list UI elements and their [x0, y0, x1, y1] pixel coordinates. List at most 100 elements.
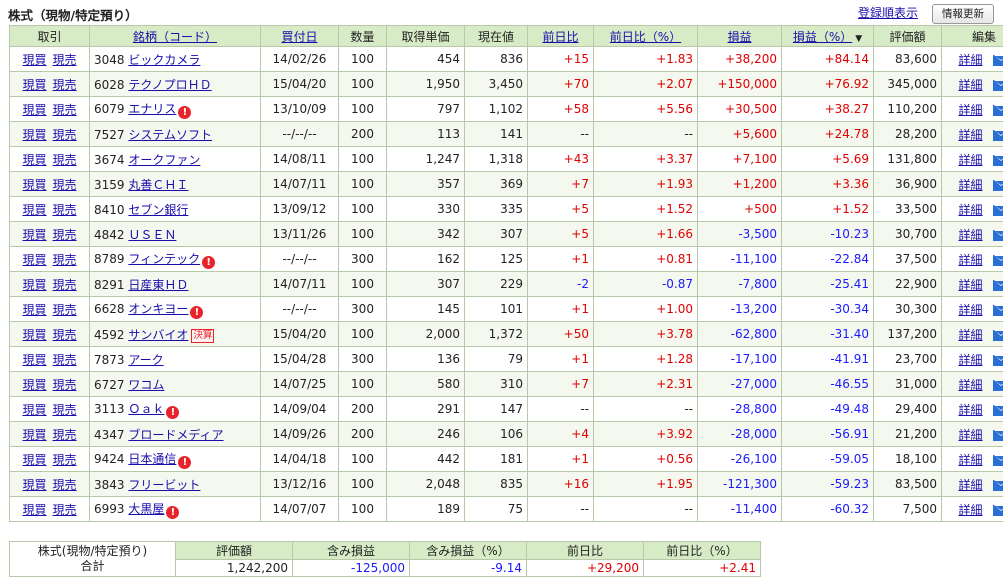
registration-order-link[interactable]: 登録順表示 [858, 4, 918, 21]
mail-icon[interactable] [992, 504, 1003, 516]
sell-link[interactable]: 現売 [53, 78, 77, 92]
detail-link[interactable]: 詳細 [958, 53, 982, 67]
stock-name-link[interactable]: 日本通信 [128, 452, 176, 466]
sell-link[interactable]: 現売 [53, 303, 77, 317]
sell-link[interactable]: 現売 [53, 253, 77, 267]
buy-link[interactable]: 現買 [22, 478, 46, 492]
buy-link[interactable]: 現買 [22, 78, 46, 92]
buy-link[interactable]: 現買 [22, 503, 46, 517]
detail-link[interactable]: 詳細 [958, 303, 982, 317]
detail-link[interactable]: 詳細 [958, 103, 982, 117]
warning-icon[interactable]: ! [166, 505, 180, 519]
mail-icon[interactable] [992, 454, 1003, 466]
detail-link[interactable]: 詳細 [958, 403, 982, 417]
sell-link[interactable]: 現売 [53, 403, 77, 417]
detail-link[interactable]: 詳細 [958, 128, 982, 142]
buy-link[interactable]: 現買 [22, 178, 46, 192]
sell-link[interactable]: 現売 [53, 203, 77, 217]
sell-link[interactable]: 現売 [53, 503, 77, 517]
sell-link[interactable]: 現売 [53, 478, 77, 492]
sell-link[interactable]: 現売 [53, 378, 77, 392]
sort-by-pl-link[interactable]: 損益 [727, 30, 751, 44]
stock-name-link[interactable]: 日産東ＨＤ [128, 278, 188, 292]
stock-name-link[interactable]: オークファン [128, 153, 200, 167]
earnings-badge[interactable]: 決算 [191, 328, 215, 343]
warning-icon[interactable]: ! [178, 105, 192, 119]
buy-link[interactable]: 現買 [22, 228, 46, 242]
warning-icon[interactable]: ! [190, 305, 204, 319]
buy-link[interactable]: 現買 [22, 303, 46, 317]
detail-link[interactable]: 詳細 [958, 78, 982, 92]
stock-name-link[interactable]: 丸善ＣＨＩ [128, 178, 188, 192]
stock-name-link[interactable]: サンバイオ [128, 328, 188, 342]
sell-link[interactable]: 現売 [53, 428, 77, 442]
detail-link[interactable]: 詳細 [958, 203, 982, 217]
sell-link[interactable]: 現売 [53, 278, 77, 292]
buy-link[interactable]: 現買 [22, 328, 46, 342]
stock-name-link[interactable]: システムソフト [128, 128, 212, 142]
sell-link[interactable]: 現売 [53, 153, 77, 167]
stock-name-link[interactable]: 大黒屋 [128, 502, 164, 516]
mail-icon[interactable] [992, 479, 1003, 491]
stock-name-link[interactable]: フィンテック [128, 252, 200, 266]
stock-name-link[interactable]: ワコム [128, 378, 164, 392]
stock-name-link[interactable]: セブン銀行 [128, 203, 188, 217]
mail-icon[interactable] [992, 179, 1003, 191]
sort-by-change-link[interactable]: 前日比 [542, 30, 578, 44]
stock-name-link[interactable]: オンキヨー [128, 302, 188, 316]
buy-link[interactable]: 現買 [22, 453, 46, 467]
stock-name-link[interactable]: フリービット [128, 478, 200, 492]
mail-icon[interactable] [992, 329, 1003, 341]
buy-link[interactable]: 現買 [22, 53, 46, 67]
mail-icon[interactable] [992, 129, 1003, 141]
sell-link[interactable]: 現売 [53, 453, 77, 467]
stock-name-link[interactable]: ブロードメディア [128, 428, 223, 442]
buy-link[interactable]: 現買 [22, 378, 46, 392]
stock-name-link[interactable]: エナリス [128, 102, 176, 116]
detail-link[interactable]: 詳細 [958, 478, 982, 492]
sell-link[interactable]: 現売 [53, 228, 77, 242]
buy-link[interactable]: 現買 [22, 278, 46, 292]
sell-link[interactable]: 現売 [53, 128, 77, 142]
sell-link[interactable]: 現売 [53, 103, 77, 117]
buy-link[interactable]: 現買 [22, 253, 46, 267]
stock-name-link[interactable]: Ｏａｋ [128, 402, 164, 416]
sell-link[interactable]: 現売 [53, 53, 77, 67]
buy-link[interactable]: 現買 [22, 203, 46, 217]
sort-by-pl-pct-link[interactable]: 損益（%） [793, 30, 852, 44]
mail-icon[interactable] [992, 104, 1003, 116]
sell-link[interactable]: 現売 [53, 353, 77, 367]
stock-name-link[interactable]: ビックカメラ [128, 53, 200, 67]
mail-icon[interactable] [992, 79, 1003, 91]
detail-link[interactable]: 詳細 [958, 453, 982, 467]
mail-icon[interactable] [992, 154, 1003, 166]
sort-by-date-link[interactable]: 買付日 [281, 30, 317, 44]
detail-link[interactable]: 詳細 [958, 428, 982, 442]
mail-icon[interactable] [992, 279, 1003, 291]
detail-link[interactable]: 詳細 [958, 378, 982, 392]
buy-link[interactable]: 現買 [22, 103, 46, 117]
stock-name-link[interactable]: テクノプロＨＤ [128, 78, 211, 92]
mail-icon[interactable] [992, 254, 1003, 266]
stock-name-link[interactable]: ＵＳＥＮ [128, 228, 176, 242]
mail-icon[interactable] [992, 304, 1003, 316]
stock-name-link[interactable]: アーク [128, 353, 163, 367]
buy-link[interactable]: 現買 [22, 428, 46, 442]
detail-link[interactable]: 詳細 [958, 328, 982, 342]
mail-icon[interactable] [992, 204, 1003, 216]
detail-link[interactable]: 詳細 [958, 178, 982, 192]
detail-link[interactable]: 詳細 [958, 278, 982, 292]
mail-icon[interactable] [992, 229, 1003, 241]
mail-icon[interactable] [992, 54, 1003, 66]
warning-icon[interactable]: ! [178, 455, 192, 469]
mail-icon[interactable] [992, 354, 1003, 366]
buy-link[interactable]: 現買 [22, 353, 46, 367]
mail-icon[interactable] [992, 404, 1003, 416]
warning-icon[interactable]: ! [166, 405, 180, 419]
detail-link[interactable]: 詳細 [958, 353, 982, 367]
buy-link[interactable]: 現買 [22, 128, 46, 142]
sell-link[interactable]: 現売 [53, 328, 77, 342]
buy-link[interactable]: 現買 [22, 403, 46, 417]
warning-icon[interactable]: ! [202, 255, 216, 269]
mail-icon[interactable] [992, 379, 1003, 391]
